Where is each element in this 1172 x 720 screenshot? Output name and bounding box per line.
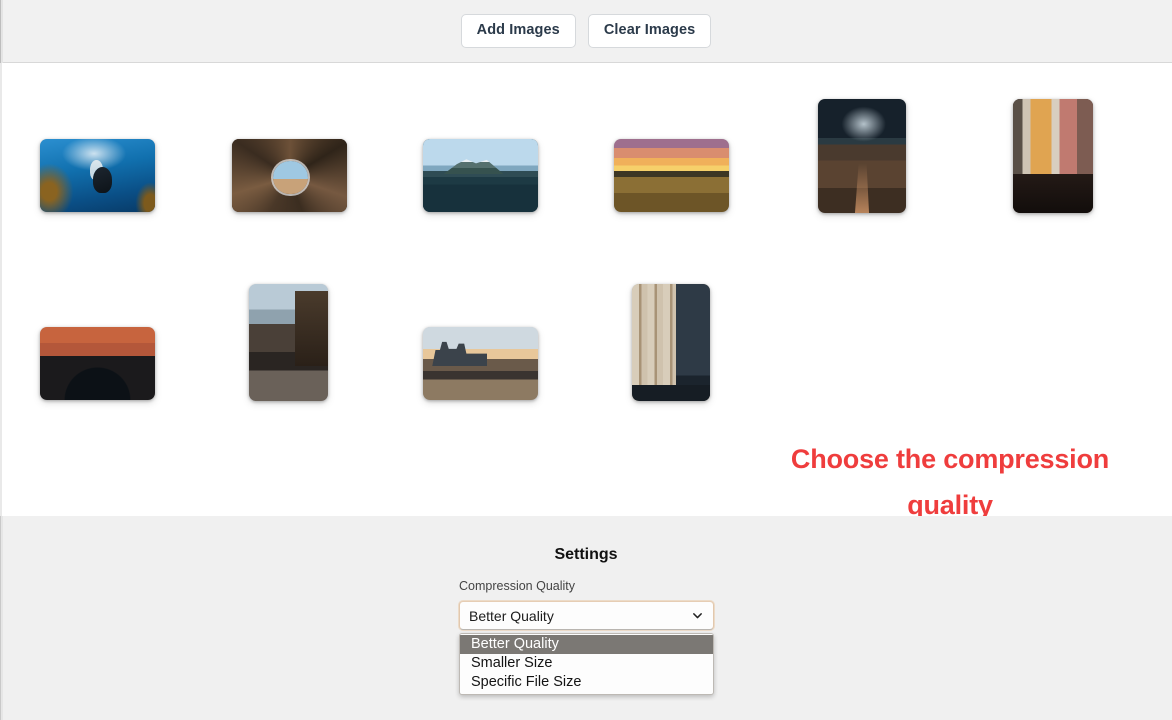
top-toolbar: Add Images Clear Images [0, 0, 1172, 63]
thumbnail-downtown-skyline-sunrise[interactable] [423, 327, 538, 400]
chevron-down-icon [693, 613, 702, 619]
thumbnail-artwork [40, 327, 155, 400]
compression-quality-label: Compression Quality [459, 579, 576, 593]
thumbnail-city-street-sunset[interactable] [249, 284, 328, 401]
thumbnail-stormy-field-path[interactable] [818, 99, 906, 213]
dropdown-option-2[interactable]: Specific File Size [460, 673, 713, 692]
clear-images-button[interactable]: Clear Images [587, 14, 712, 48]
thumbnail-artwork [1013, 99, 1093, 213]
thumbnail-brick-canal-tunnel[interactable] [40, 327, 155, 400]
thumbnail-artwork [249, 284, 328, 401]
thumbnail-mountain-lake-reflection[interactable] [423, 139, 538, 212]
thumbnail-tent-interior-view[interactable] [232, 139, 347, 212]
annotation-text: Choose the compression quality [790, 444, 1110, 521]
dropdown-option-1[interactable]: Smaller Size [460, 654, 713, 673]
thumbnail-artwork [614, 139, 729, 212]
add-images-button[interactable]: Add Images [460, 14, 576, 48]
image-compressor-app: Add Images Clear Images Choose the compr… [0, 0, 1172, 720]
thumbnail-artwork [232, 139, 347, 212]
thumbnail-artwork [423, 327, 538, 400]
thumbnail-artwork [423, 139, 538, 212]
thumbnail-colorful-building-alley[interactable] [1013, 99, 1093, 213]
compression-quality-select[interactable]: Better Quality [459, 601, 714, 630]
thumbnail-scuba-diver-underwater[interactable] [40, 139, 155, 212]
thumbnail-classical-columned-building[interactable] [632, 284, 710, 401]
dropdown-option-0[interactable]: Better Quality [460, 635, 713, 654]
thumbnail-artwork [632, 284, 710, 401]
settings-title: Settings [554, 546, 618, 563]
compression-quality-value: Better Quality [469, 607, 554, 624]
thumbnail-sunset-wheat-field[interactable] [614, 139, 729, 212]
thumbnail-artwork [818, 99, 906, 213]
thumbnail-artwork [40, 139, 155, 212]
compression-quality-dropdown[interactable]: Better Quality Smaller Size Specific File … [459, 633, 714, 695]
